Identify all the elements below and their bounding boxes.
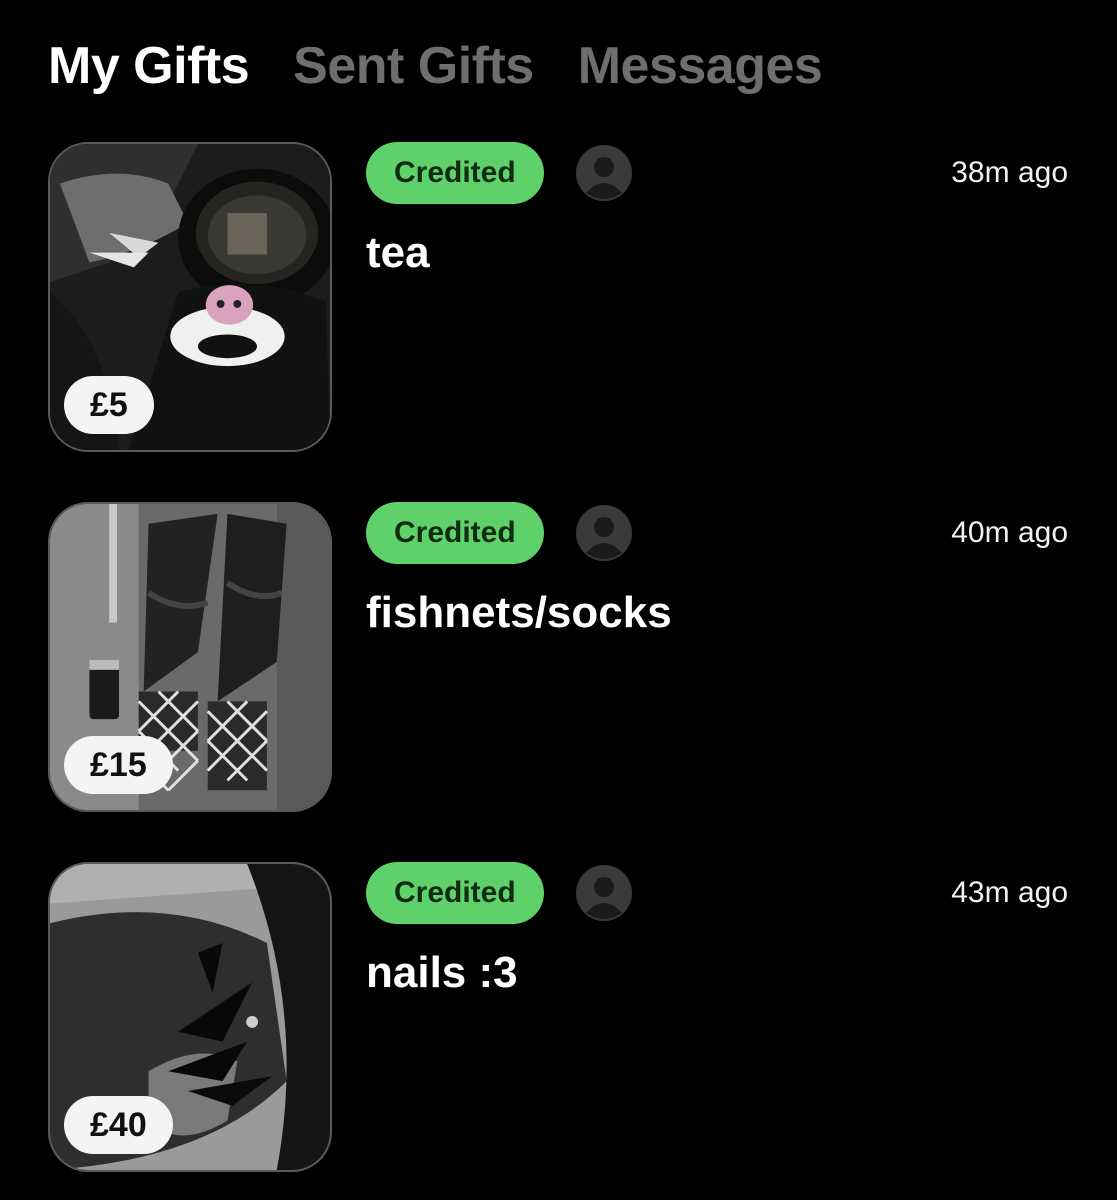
- status-badge: Credited: [366, 142, 544, 204]
- tab-messages[interactable]: Messages: [578, 36, 823, 96]
- user-avatar-icon[interactable]: [576, 865, 632, 921]
- gift-tabs: My Gifts Sent Gifts Messages: [48, 36, 823, 96]
- tab-my-gifts[interactable]: My Gifts: [48, 36, 250, 96]
- gift-item[interactable]: £15 Credited 40m ago fishnets/socks: [48, 502, 1078, 814]
- timestamp: 38m ago: [951, 156, 1068, 189]
- status-badge: Credited: [366, 862, 544, 924]
- price-tag: £5: [64, 376, 154, 434]
- gift-image[interactable]: £15: [48, 502, 332, 812]
- gift-title: fishnets/socks: [366, 588, 672, 637]
- gift-item[interactable]: £5 Credited 38m ago tea: [48, 142, 1078, 454]
- user-avatar-icon[interactable]: [576, 145, 632, 201]
- tab-sent-gifts[interactable]: Sent Gifts: [293, 36, 534, 96]
- price-tag: £40: [64, 1096, 173, 1154]
- user-avatar-icon[interactable]: [576, 505, 632, 561]
- status-badge: Credited: [366, 502, 544, 564]
- gift-image[interactable]: £5: [48, 142, 332, 452]
- gift-image[interactable]: £40: [48, 862, 332, 1172]
- price-tag: £15: [64, 736, 173, 794]
- gift-title: nails :3: [366, 948, 518, 997]
- timestamp: 43m ago: [951, 876, 1068, 909]
- timestamp: 40m ago: [951, 516, 1068, 549]
- gift-item[interactable]: £40 Credited 43m ago nails :3: [48, 862, 1078, 1174]
- gift-title: tea: [366, 228, 430, 277]
